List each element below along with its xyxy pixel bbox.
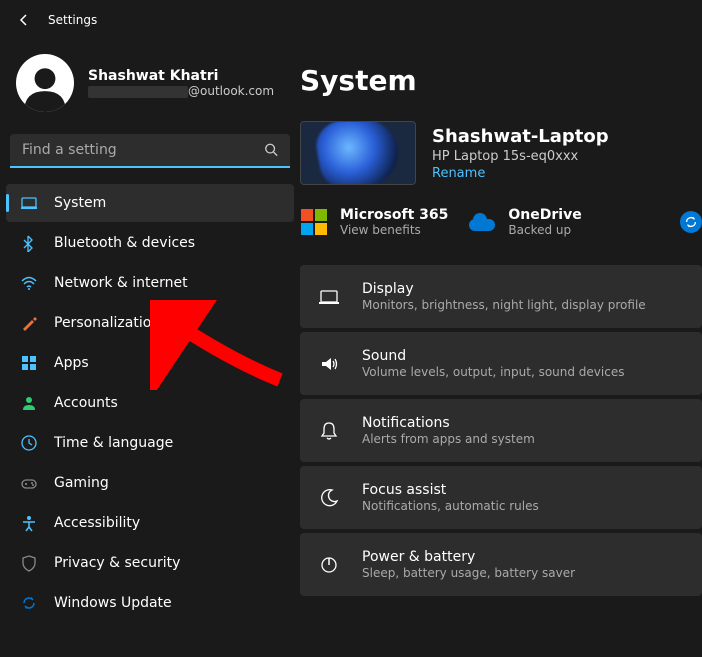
display-icon xyxy=(318,286,340,308)
person-icon xyxy=(20,394,38,412)
arrow-left-icon xyxy=(16,12,32,28)
focus-icon xyxy=(318,487,340,509)
tile-title: Microsoft 365 xyxy=(340,207,448,223)
onedrive-cloud-icon xyxy=(468,208,496,236)
nav-item-privacy[interactable]: Privacy & security xyxy=(6,544,294,582)
shield-icon xyxy=(20,554,38,572)
sound-icon xyxy=(318,353,340,375)
settings-card-focus[interactable]: Focus assist Notifications, automatic ru… xyxy=(300,466,702,529)
card-subtitle: Sleep, battery usage, battery saver xyxy=(362,566,575,580)
search-box xyxy=(10,134,290,168)
settings-card-notifications[interactable]: Notifications Alerts from apps and syste… xyxy=(300,399,702,462)
card-title: Focus assist xyxy=(362,482,539,498)
game-icon xyxy=(20,474,38,492)
tile-subtitle: Backed up xyxy=(508,223,581,237)
notifications-icon xyxy=(318,420,340,442)
microsoft365-tile[interactable]: Microsoft 365 View benefits xyxy=(300,207,448,237)
nav-item-personalization[interactable]: Personalization xyxy=(6,304,294,342)
page-title: System xyxy=(300,64,702,97)
person-icon xyxy=(20,62,70,112)
card-subtitle: Alerts from apps and system xyxy=(362,432,535,446)
card-subtitle: Notifications, automatic rules xyxy=(362,499,539,513)
wifi-icon xyxy=(20,274,38,292)
nav-item-label: Time & language xyxy=(54,435,173,451)
search-input[interactable] xyxy=(10,134,290,168)
nav-item-label: Accounts xyxy=(54,395,118,411)
search-icon xyxy=(264,142,278,161)
settings-card-sound[interactable]: Sound Volume levels, output, input, soun… xyxy=(300,332,702,395)
card-title: Power & battery xyxy=(362,549,575,565)
nav-item-bluetooth[interactable]: Bluetooth & devices xyxy=(6,224,294,262)
device-desktop-image xyxy=(300,121,416,185)
nav-item-label: Apps xyxy=(54,355,89,371)
sync-icon xyxy=(20,594,38,612)
profile-name: Shashwat Khatri xyxy=(88,68,274,84)
card-title: Sound xyxy=(362,348,624,364)
nav-item-update[interactable]: Windows Update xyxy=(6,584,294,622)
nav-item-accessibility[interactable]: Accessibility xyxy=(6,504,294,542)
app-title: Settings xyxy=(48,13,97,27)
nav-item-label: Bluetooth & devices xyxy=(54,235,195,251)
device-model: HP Laptop 15s-eq0xxx xyxy=(432,149,609,164)
profile-email: @outlook.com xyxy=(88,84,274,98)
nav-item-apps[interactable]: Apps xyxy=(6,344,294,382)
nav-item-label: System xyxy=(54,195,106,211)
clock-icon xyxy=(20,434,38,452)
nav-item-accounts[interactable]: Accounts xyxy=(6,384,294,422)
nav-item-network[interactable]: Network & internet xyxy=(6,264,294,302)
nav-item-label: Network & internet xyxy=(54,275,188,291)
settings-card-display[interactable]: Display Monitors, brightness, night ligh… xyxy=(300,265,702,328)
nav-item-label: Gaming xyxy=(54,475,109,491)
back-button[interactable] xyxy=(16,12,32,28)
settings-card-power[interactable]: Power & battery Sleep, battery usage, ba… xyxy=(300,533,702,596)
nav-item-label: Personalization xyxy=(54,315,160,331)
nav-item-label: Privacy & security xyxy=(54,555,180,571)
nav-item-system[interactable]: System xyxy=(6,184,294,222)
device-name: Shashwat-Laptop xyxy=(432,126,609,147)
nav-item-time[interactable]: Time & language xyxy=(6,424,294,462)
nav-item-label: Windows Update xyxy=(54,595,172,611)
nav-item-label: Accessibility xyxy=(54,515,140,531)
avatar xyxy=(16,54,74,112)
power-icon xyxy=(318,554,340,576)
rename-link[interactable]: Rename xyxy=(432,166,609,181)
display-icon xyxy=(20,194,38,212)
card-subtitle: Volume levels, output, input, sound devi… xyxy=(362,365,624,379)
access-icon xyxy=(20,514,38,532)
microsoft-logo-icon xyxy=(300,208,328,236)
bluetooth-icon xyxy=(20,234,38,252)
card-title: Notifications xyxy=(362,415,535,431)
profile-section[interactable]: Shashwat Khatri @outlook.com xyxy=(6,48,294,130)
card-subtitle: Monitors, brightness, night light, displ… xyxy=(362,298,646,312)
grid-icon xyxy=(20,354,38,372)
tile-title: OneDrive xyxy=(508,207,581,223)
nav-item-gaming[interactable]: Gaming xyxy=(6,464,294,502)
tile-subtitle: View benefits xyxy=(340,223,448,237)
brush-icon xyxy=(20,314,38,332)
sync-status-icon[interactable] xyxy=(680,211,702,233)
card-title: Display xyxy=(362,281,646,297)
onedrive-tile[interactable]: OneDrive Backed up xyxy=(468,207,581,237)
